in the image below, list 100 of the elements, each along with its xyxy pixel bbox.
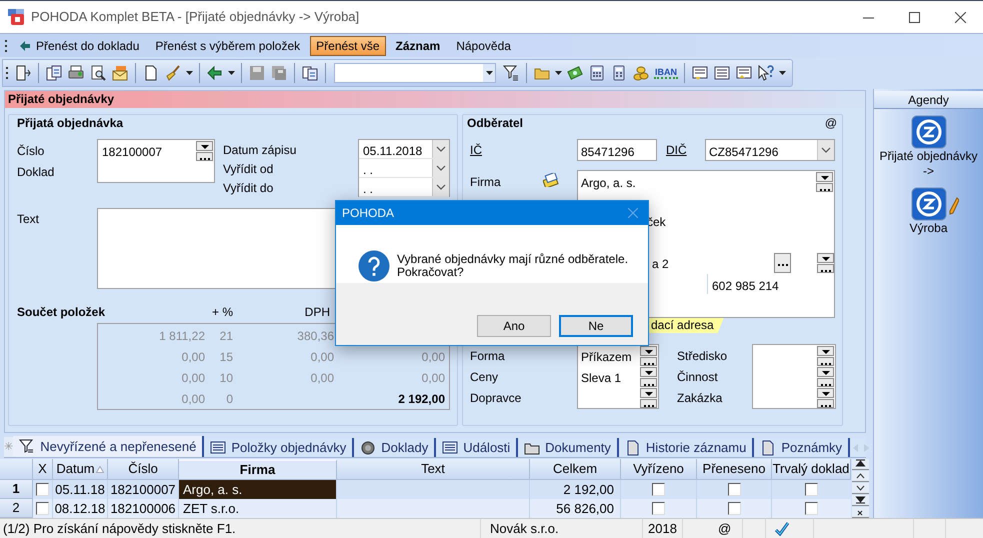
dropdown-button[interactable] [816, 172, 833, 182]
dropdown-button[interactable] [196, 141, 213, 151]
scroll-up-button[interactable] [852, 471, 869, 482]
menu-item[interactable]: Záznam [390, 36, 446, 56]
ellipsis-button[interactable] [640, 357, 657, 366]
table-cell-text: 0,00 [182, 348, 205, 366]
ellipsis-button[interactable] [640, 378, 657, 387]
field-link[interactable]: DIČ [666, 143, 687, 157]
status-message: (1/2) Pro získání nápovědy stiskněte F1. [3, 520, 236, 536]
ellipsis-button[interactable] [196, 152, 213, 161]
column-header[interactable]: Text [337, 459, 530, 480]
dic-field[interactable]: CZ85471296 [705, 139, 835, 161]
row-header[interactable]: 1 [0, 480, 33, 499]
checkbox[interactable] [805, 502, 818, 515]
row-header[interactable]: 2 [0, 499, 33, 518]
ellipsis-button[interactable] [817, 264, 834, 273]
column-header: + % [212, 304, 233, 321]
dropdown-button[interactable] [483, 64, 495, 82]
iban-button[interactable]: IBAN [654, 67, 678, 79]
field-link[interactable]: IČ [470, 143, 482, 157]
dropdown-button[interactable] [555, 71, 562, 75]
dropdown-button[interactable] [779, 71, 786, 75]
checkbox[interactable] [805, 483, 818, 496]
toolbar-button[interactable] [301, 64, 319, 82]
table-cell-text: 0 [226, 391, 233, 408]
date-field[interactable]: . . [359, 159, 449, 178]
scroll-last-button[interactable] [852, 495, 869, 506]
column-header[interactable]: Vyřízeno [621, 459, 697, 480]
table-cell-text: 1 811,22 [159, 328, 205, 344]
toolbar-button[interactable] [14, 64, 32, 82]
table-row[interactable]: 2 08.12.18 182100006 ZET s.r.o. 56 826,00 [0, 499, 851, 518]
column-header[interactable]: Datum [53, 459, 108, 480]
agenda-item[interactable]: Výroba [878, 187, 980, 236]
menu-item[interactable]: Přenést do dokladu [13, 36, 146, 56]
assignment-field[interactable] [752, 344, 836, 409]
dialog-button[interactable]: Ne [559, 315, 633, 337]
checkbox[interactable] [652, 483, 665, 496]
toolbar-button[interactable] [713, 64, 731, 82]
dropdown-button[interactable] [228, 71, 235, 75]
ellipsis-button[interactable] [817, 357, 834, 366]
menu-item[interactable]: Nápověda [450, 36, 517, 56]
column-header[interactable]: Přeneseno [697, 459, 772, 480]
clear-button[interactable] [852, 507, 869, 518]
column-header[interactable]: Číslo [108, 459, 179, 480]
date-field[interactable]: 05.11.2018 [359, 140, 449, 159]
field-label: Forma [470, 348, 505, 365]
ellipsis-button[interactable] [774, 253, 791, 273]
toolbar-button[interactable] [588, 64, 606, 82]
number-field[interactable]: 182100007 [97, 139, 215, 183]
checkbox[interactable] [728, 483, 740, 496]
column-header[interactable]: X [33, 459, 53, 480]
table-row[interactable]: 1 05.11.18 182100007 Argo, a. s. 2 192,00 [0, 480, 851, 499]
payment-field[interactable]: Příkazem Sleva 1 [577, 344, 659, 409]
dropdown-button[interactable] [640, 388, 657, 398]
toolbar-button[interactable] [89, 64, 107, 82]
tab[interactable]: Nevyřízené a nepřenesené [13, 436, 204, 457]
dropdown-button[interactable] [640, 346, 657, 356]
dialog-button[interactable]: Ano [477, 315, 551, 337]
dropdown-button[interactable] [817, 367, 834, 377]
checkbox[interactable] [652, 502, 665, 515]
checkbox[interactable] [36, 483, 49, 496]
close-icon [628, 208, 638, 218]
checkbox[interactable] [728, 502, 740, 515]
field-label: Firma [470, 174, 502, 191]
address-tab[interactable]: dací adresa [649, 318, 724, 333]
business-card-icon[interactable] [543, 173, 559, 187]
column-header[interactable]: Celkem [530, 459, 621, 480]
ico-field[interactable]: 85471296 [577, 139, 657, 161]
dropdown-button[interactable] [640, 367, 657, 377]
checkbox[interactable] [36, 502, 49, 515]
table-cell-text: 0,00 [310, 370, 334, 386]
dropdown-button[interactable] [186, 71, 193, 75]
ellipsis-button[interactable] [817, 378, 834, 387]
menu-item[interactable]: Přenést vše [310, 36, 386, 56]
menu-item[interactable]: Přenést s výběrem položek [149, 36, 306, 56]
toolbar-button[interactable] [206, 64, 224, 82]
agenda-item[interactable]: Přijaté objednávky -> [878, 115, 980, 179]
app-icon [910, 187, 946, 221]
ellipsis-button[interactable] [816, 183, 833, 192]
caret-icon [486, 71, 492, 75]
toolbar-button[interactable] [45, 64, 63, 82]
scroll-first-button[interactable] [852, 459, 869, 470]
scroll-down-button[interactable] [852, 483, 869, 494]
page-icon [624, 440, 641, 456]
dropdown-button[interactable] [817, 346, 834, 356]
toolbar-button[interactable] [502, 64, 520, 82]
ellipsis-button[interactable] [640, 399, 657, 408]
triangle-right-icon [864, 444, 870, 452]
toolbar-button[interactable] [691, 64, 709, 82]
column-header[interactable]: Trvalý doklad [772, 459, 851, 480]
ellipsis-button[interactable] [817, 399, 834, 408]
toolbar-button[interactable] [757, 64, 775, 82]
dropdown-button[interactable] [817, 253, 834, 263]
dropdown-button[interactable] [817, 388, 834, 398]
column-header[interactable]: Firma [179, 459, 337, 480]
preview-icon [90, 65, 106, 81]
group-title: Přijatá objednávka [16, 115, 124, 131]
combo-field[interactable] [334, 63, 496, 83]
grip-icon [4, 38, 7, 52]
date-field[interactable]: . . [359, 178, 449, 197]
